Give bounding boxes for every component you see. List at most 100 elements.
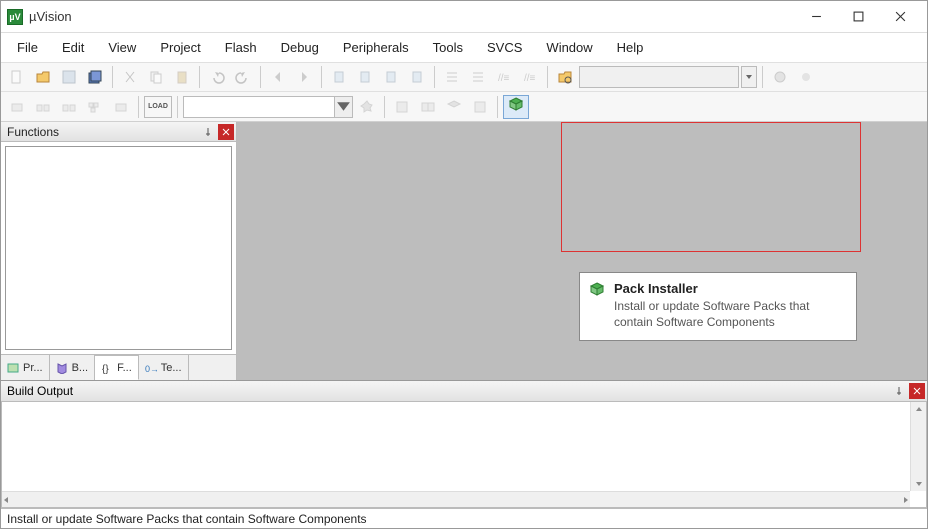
translate-icon[interactable] [5,95,29,119]
menu-tools[interactable]: Tools [423,37,473,58]
status-text: Install or update Software Packs that co… [7,512,367,526]
pack-installer-icon [507,96,525,117]
menu-svcs[interactable]: SVCS [477,37,532,58]
tab-functions-label: F... [117,362,132,374]
redo-icon[interactable] [231,65,255,89]
scroll-down-icon[interactable] [915,477,923,491]
copy-icon[interactable] [144,65,168,89]
download-button[interactable]: LOAD [144,96,172,118]
separator [384,96,385,118]
bookmark-clear-icon[interactable] [405,65,429,89]
tab-project-label: Pr... [23,362,43,374]
separator [497,96,498,118]
paste-icon[interactable] [170,65,194,89]
separator [177,96,178,118]
project-icon [7,362,19,374]
tab-functions[interactable]: {} F... [95,355,139,380]
horizontal-scrollbar[interactable] [2,491,910,507]
build-output-body[interactable] [1,401,927,508]
find-combo[interactable] [579,66,739,88]
tab-books[interactable]: B... [50,355,96,380]
options-target-icon[interactable] [355,95,379,119]
select-packs-icon[interactable] [468,95,492,119]
separator [762,66,763,88]
statusbar: Install or update Software Packs that co… [1,508,927,528]
menu-edit[interactable]: Edit [52,37,94,58]
nav-back-icon[interactable] [266,65,290,89]
nav-forward-icon[interactable] [292,65,316,89]
scroll-right-icon[interactable] [902,493,910,507]
save-icon[interactable] [57,65,81,89]
build-icon[interactable] [31,95,55,119]
scroll-left-icon[interactable] [2,493,10,507]
menu-flash[interactable]: Flash [215,37,267,58]
separator [138,96,139,118]
menu-debug[interactable]: Debug [271,37,329,58]
minimize-button[interactable] [795,3,837,31]
manage-project-icon[interactable] [390,95,414,119]
manage-multi-icon[interactable] [416,95,440,119]
menubar: File Edit View Project Flash Debug Perip… [1,33,927,62]
menu-file[interactable]: File [7,37,48,58]
svg-text:{}: {} [102,364,109,374]
menu-view[interactable]: View [98,37,146,58]
tab-project[interactable]: Pr... [1,355,50,380]
manage-rte-icon[interactable] [442,95,466,119]
menu-peripherals[interactable]: Peripherals [333,37,419,58]
tab-templates[interactable]: 0→ Te... [139,355,189,380]
menu-window[interactable]: Window [536,37,602,58]
stop-build-icon[interactable] [109,95,133,119]
bookmark-next-icon[interactable] [379,65,403,89]
pin-icon[interactable] [891,383,907,399]
comment-icon[interactable]: //≡ [492,65,516,89]
toolbar-main: //≡ //≡ [1,62,927,92]
rebuild-icon[interactable] [57,95,81,119]
templates-icon: 0→ [145,362,157,374]
panel-tabs: Pr... B... {} F... 0→ Te... [1,354,236,380]
download-label: LOAD [148,103,168,110]
editor-area[interactable] [237,122,927,380]
tooltip: Pack Installer Install or update Softwar… [579,272,857,341]
save-all-icon[interactable] [83,65,107,89]
uncomment-icon[interactable]: //≡ [518,65,542,89]
functions-panel: Functions Pr... B... {} F... 0→ Te... [1,122,237,380]
target-select[interactable] [183,96,353,118]
separator [547,66,548,88]
scroll-up-icon[interactable] [915,402,923,416]
pack-installer-button[interactable] [503,95,529,119]
open-file-icon[interactable] [31,65,55,89]
menu-project[interactable]: Project [150,37,210,58]
books-icon [56,362,68,374]
bookmark-toggle-icon[interactable] [327,65,351,89]
vertical-scrollbar[interactable] [910,402,926,491]
tab-templates-label: Te... [161,362,182,374]
cut-icon[interactable] [118,65,142,89]
find-in-files-icon[interactable] [553,65,577,89]
maximize-button[interactable] [837,3,879,31]
functions-body[interactable] [5,146,232,350]
separator [260,66,261,88]
undo-icon[interactable] [205,65,229,89]
functions-header: Functions [1,122,236,142]
app-icon: µV [7,9,23,25]
bookmark-prev-icon[interactable] [353,65,377,89]
separator [321,66,322,88]
tab-books-label: B... [72,362,89,374]
toolbar-build: LOAD [1,92,927,122]
close-panel-button[interactable] [909,383,925,399]
pin-icon[interactable] [200,124,216,140]
functions-icon: {} [101,362,113,374]
find-combo-arrow[interactable] [741,66,757,88]
batch-build-icon[interactable] [83,95,107,119]
build-output-panel: Build Output [1,380,927,508]
indent-right-icon[interactable] [466,65,490,89]
close-window-button[interactable] [879,3,921,31]
chevron-down-icon [334,97,352,117]
menu-help[interactable]: Help [607,37,654,58]
close-panel-button[interactable] [218,124,234,140]
new-file-icon[interactable] [5,65,29,89]
debug-icon[interactable] [768,65,792,89]
indent-left-icon[interactable] [440,65,464,89]
breakpoint-icon[interactable] [794,65,818,89]
window-controls [795,3,921,31]
